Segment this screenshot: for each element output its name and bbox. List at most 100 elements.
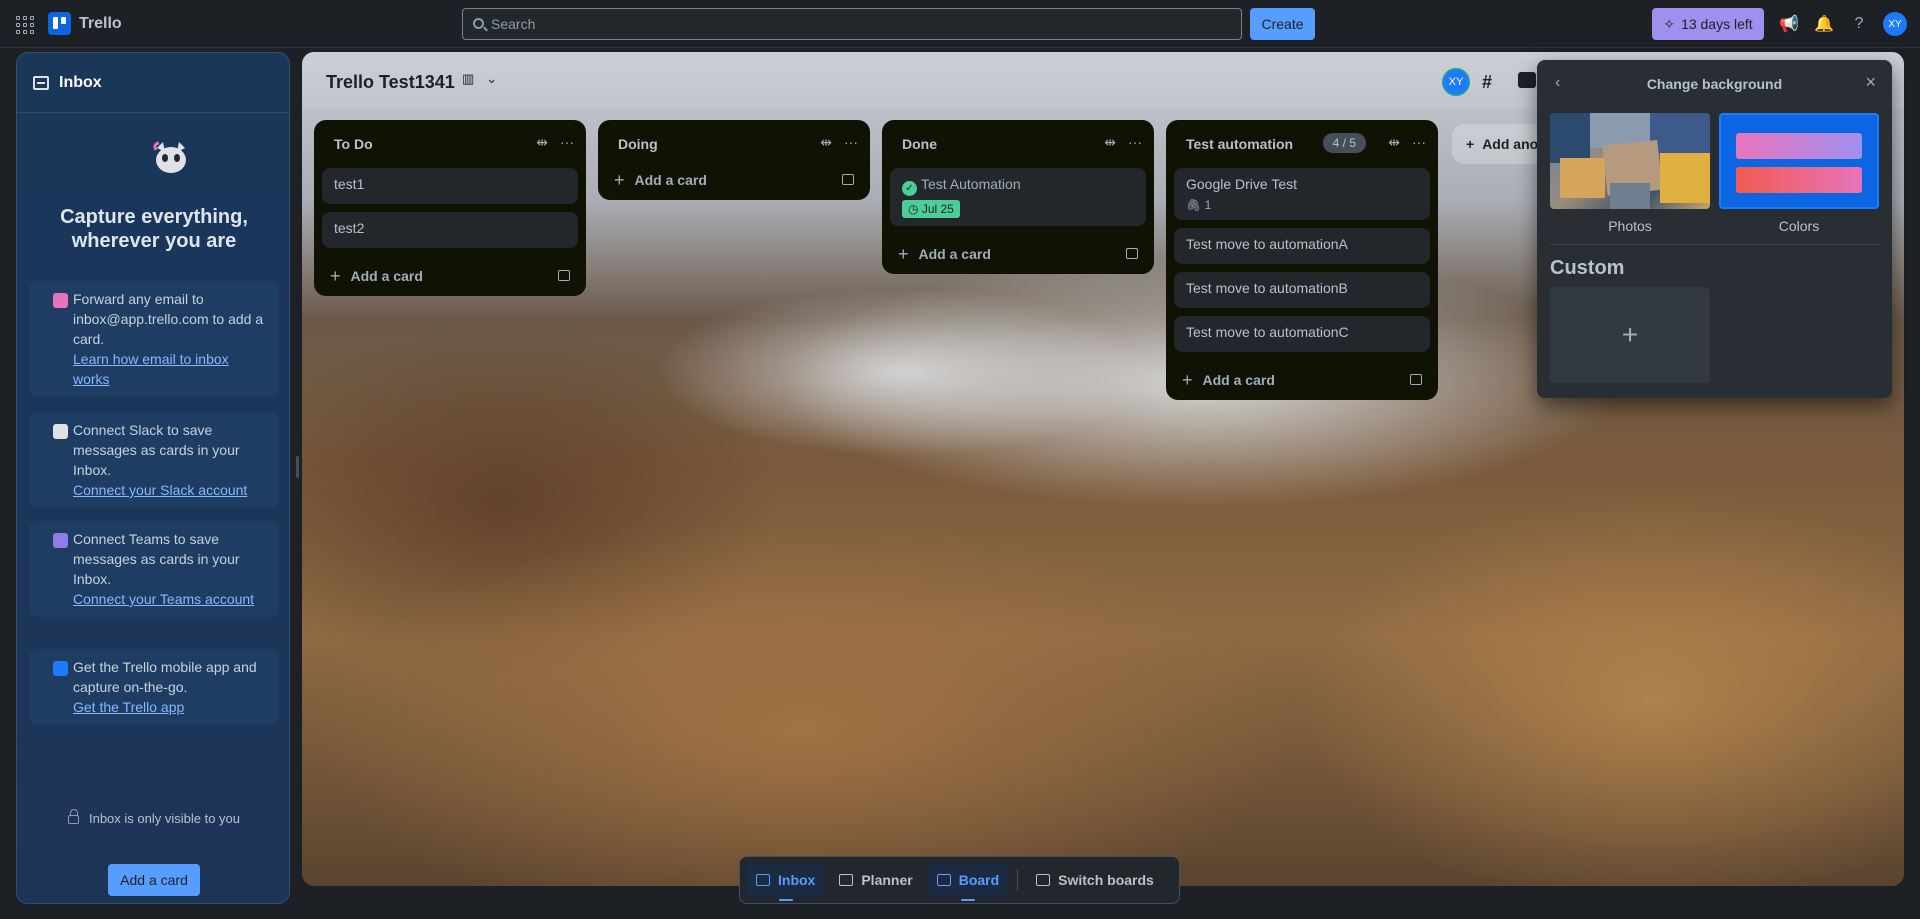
list-menu-icon[interactable]: ··· xyxy=(1412,134,1426,151)
photos-collage-image xyxy=(1550,113,1710,209)
list-header[interactable]: To Do ⇹ ··· xyxy=(314,120,586,168)
mobile-tip-text: Get the Trello mobile app and capture on… xyxy=(73,659,257,695)
email-tip-text: Forward any email to inbox@app.trello.co… xyxy=(73,291,264,347)
chevron-down-icon: ⌄ xyxy=(486,71,498,86)
plus-icon: + xyxy=(330,265,341,286)
colors-option[interactable] xyxy=(1719,113,1879,209)
card[interactable]: Test move to automationC xyxy=(1174,316,1430,352)
add-custom-background-button[interactable]: + xyxy=(1550,287,1710,383)
close-icon[interactable]: × xyxy=(1865,72,1876,93)
card[interactable]: Test move to automationA xyxy=(1174,228,1430,264)
app-switcher-icon[interactable] xyxy=(13,13,35,35)
template-icon[interactable] xyxy=(842,174,854,185)
card-title: Test Automation xyxy=(921,176,1021,192)
nav-board[interactable]: Board xyxy=(926,863,1010,901)
list-title[interactable]: Test automation xyxy=(1186,136,1293,152)
list-header[interactable]: Done ⇹ ··· xyxy=(882,120,1154,168)
nav-planner[interactable]: Planner xyxy=(829,863,922,897)
plus-icon: + xyxy=(1466,136,1475,152)
plus-icon: + xyxy=(614,169,625,190)
paperclip-icon: 🖇 xyxy=(1186,198,1202,212)
template-icon[interactable] xyxy=(1126,248,1138,259)
card[interactable]: test2 xyxy=(322,212,578,248)
board-title[interactable]: Trello Test1341 xyxy=(326,72,455,93)
lock-icon xyxy=(67,809,79,824)
mobile-tip-link[interactable]: Get the Trello app xyxy=(73,697,269,717)
inbox-headline: Capture everything, wherever you are xyxy=(60,206,248,252)
teams-tip-link[interactable]: Connect your Teams account xyxy=(73,589,269,609)
collapse-icon[interactable]: ⇹ xyxy=(1388,134,1400,151)
trial-label: 13 days left xyxy=(1681,16,1753,32)
slack-powerup-icon[interactable]: # xyxy=(1482,72,1502,92)
megaphone-icon[interactable]: 📢 xyxy=(1777,12,1801,36)
list-title[interactable]: Done xyxy=(902,136,937,152)
slack-tip-link[interactable]: Connect your Slack account xyxy=(73,480,269,500)
bell-icon[interactable]: 🔔 xyxy=(1812,12,1836,36)
card[interactable]: test1 xyxy=(322,168,578,204)
card[interactable]: ✓ Test Automation ◷ Jul 25 xyxy=(890,168,1146,226)
list-menu-icon[interactable]: ··· xyxy=(560,134,574,151)
nav-planner-label: Planner xyxy=(861,872,913,888)
collapse-icon[interactable]: ⇹ xyxy=(820,134,832,151)
complete-check-icon[interactable]: ✓ xyxy=(902,181,917,196)
list-menu-icon[interactable]: ··· xyxy=(1128,134,1142,151)
powerup-icon[interactable] xyxy=(1518,72,1536,88)
trial-button[interactable]: ✧ 13 days left xyxy=(1652,8,1764,40)
teams-tip-text: Connect Teams to save messages as cards … xyxy=(73,531,240,587)
add-card-button[interactable]: + Add a card xyxy=(314,256,586,296)
inbox-add-card-button[interactable]: Add a card xyxy=(108,864,200,896)
nav-switch-label: Switch boards xyxy=(1058,872,1154,888)
list-title[interactable]: Doing xyxy=(618,136,658,152)
card[interactable]: Test move to automationB xyxy=(1174,272,1430,308)
search-input[interactable]: Search xyxy=(462,8,1242,40)
card-limit-badge: 4 / 5 xyxy=(1322,133,1366,153)
plus-icon: + xyxy=(1621,319,1639,350)
nav-inbox[interactable]: Inbox xyxy=(746,863,826,901)
list-menu-icon[interactable]: ··· xyxy=(844,134,858,151)
due-date-badge[interactable]: ◷ Jul 25 xyxy=(902,200,960,218)
slack-icon xyxy=(53,424,68,439)
nav-separator xyxy=(1017,869,1019,891)
top-bar: Trello Search Create ✧ 13 days left 📢 🔔 … xyxy=(0,0,1920,48)
change-background-popover: ‹ Change background × Photos Colors Cust… xyxy=(1537,60,1892,398)
trello-logo-icon xyxy=(48,12,71,35)
board-member-avatar[interactable]: XY xyxy=(1442,68,1470,96)
account-avatar[interactable]: XY xyxy=(1883,12,1907,36)
template-icon[interactable] xyxy=(1410,374,1422,385)
visibility-text: Inbox is only visible to you xyxy=(88,811,241,826)
nav-inbox-label: Inbox xyxy=(778,872,816,888)
nav-board-label: Board xyxy=(958,872,1000,888)
divider xyxy=(1550,244,1879,245)
teams-icon xyxy=(53,533,68,548)
list-header[interactable]: Test automation 4 / 5 ⇹ ··· xyxy=(1166,120,1438,168)
template-icon[interactable] xyxy=(558,270,570,281)
photos-option[interactable] xyxy=(1550,113,1710,209)
calendar-icon xyxy=(839,874,854,886)
add-card-button[interactable]: + Add a card xyxy=(1166,360,1438,400)
nav-switch-boards[interactable]: Switch boards xyxy=(1026,863,1164,897)
card[interactable]: Google Drive Test 🖇 1 xyxy=(1174,168,1430,220)
add-card-button[interactable]: + Add a card xyxy=(598,160,870,200)
board-view-switcher[interactable]: ▥ ⌄ xyxy=(462,71,497,87)
email-icon xyxy=(53,293,68,308)
collapse-icon[interactable]: ⇹ xyxy=(536,134,548,151)
email-tip: Forward any email to inbox@app.trello.co… xyxy=(29,281,279,397)
panel-resize-handle[interactable] xyxy=(296,456,299,478)
trello-logo[interactable]: Trello xyxy=(48,12,122,35)
collapse-icon[interactable]: ⇹ xyxy=(1104,134,1116,151)
board-view-icon: ▥ xyxy=(462,71,475,86)
list-title[interactable]: To Do xyxy=(334,136,373,152)
plus-icon: + xyxy=(1182,369,1193,390)
email-tip-link[interactable]: Learn how email to inbox works xyxy=(73,349,269,389)
switch-boards-icon xyxy=(1036,874,1051,886)
board-icon xyxy=(936,874,951,886)
add-card-button[interactable]: + Add a card xyxy=(882,234,1154,274)
inbox-visibility-note: Inbox is only visible to you xyxy=(17,809,291,826)
bottom-navigation: Inbox Planner Board Switch boards xyxy=(739,856,1180,904)
help-icon[interactable]: ? xyxy=(1847,12,1871,36)
list-doing: Doing ⇹ ··· + Add a card xyxy=(598,120,870,200)
due-date: Jul 25 xyxy=(921,202,954,216)
create-button[interactable]: Create xyxy=(1250,8,1315,40)
color-swatch-red xyxy=(1736,167,1862,193)
search-placeholder: Search xyxy=(491,16,536,32)
